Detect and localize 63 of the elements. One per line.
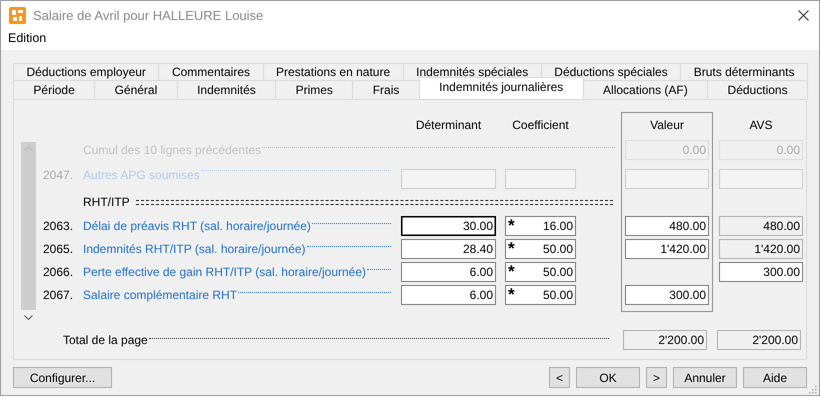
input-field[interactable]: 1'420.00 (719, 238, 803, 258)
column-header: Valeur (649, 117, 685, 134)
window-title: Salaire de Avril pour HALLEURE Louise (33, 6, 264, 25)
item-link[interactable]: Indemnités RHT/ITP (sal. horaire/journée) (83, 240, 306, 258)
input-field[interactable] (401, 169, 496, 189)
dialog-button[interactable]: < (549, 367, 570, 388)
tab[interactable]: Déductions employeur (13, 63, 160, 80)
menu-item[interactable]: Edition (8, 30, 46, 46)
tab[interactable]: Indemnités journalières (418, 77, 584, 99)
input-field[interactable]: 30.00 (401, 216, 496, 236)
app-icon (9, 7, 26, 24)
total-field: 2'200.00 (623, 330, 707, 350)
input-field[interactable]: 480.00 (719, 216, 803, 236)
dialog-button[interactable]: Annuler (673, 367, 737, 388)
multiply-sign: * (508, 216, 515, 234)
multiply-sign: * (508, 262, 515, 280)
leader-line (367, 269, 391, 270)
multiply-sign: * (508, 240, 515, 258)
dialog-button[interactable]: OK (576, 367, 640, 388)
input-field[interactable]: * 50.00 (505, 238, 576, 258)
column-header: Déterminant (414, 117, 482, 134)
input-field[interactable]: 28.40 (401, 238, 496, 258)
total-label: Total de la page (63, 332, 148, 349)
line-code: 2047. (43, 167, 74, 184)
column-header: AVS (748, 117, 774, 134)
line-code: 2067. (43, 286, 74, 304)
line-code: 2065. (43, 240, 74, 258)
line-code: 2066. (43, 264, 74, 280)
column-header: Coefficient (511, 117, 570, 134)
tab[interactable]: Déductions (707, 80, 808, 99)
input-field[interactable] (505, 169, 576, 189)
input-field[interactable]: 1'420.00 (625, 238, 709, 258)
configure-button[interactable]: Configurer... (13, 367, 112, 388)
line-code: 2063. (43, 218, 74, 234)
input-field[interactable]: * 50.00 (505, 284, 576, 304)
input-field[interactable]: 300.00 (719, 262, 803, 282)
tab[interactable]: Déductions spéciales (540, 63, 682, 80)
input-field[interactable] (719, 169, 803, 189)
multiply-sign: * (508, 286, 515, 304)
dialog-button[interactable]: Aide (743, 367, 807, 388)
input-field[interactable] (625, 169, 709, 189)
input-field[interactable]: 6.00 (401, 262, 496, 282)
tab[interactable]: Bruts déterminants (680, 63, 808, 80)
item-link[interactable]: Délai de préavis RHT (sal. horaire/journée) (83, 216, 311, 234)
scroll-down-icon[interactable] (24, 315, 33, 320)
section-label: RHT/ITP (83, 194, 130, 210)
input-field[interactable]: 6.00 (401, 284, 496, 304)
item-link[interactable]: Perte effective de gain RHT/ITP (sal. horaire/journée) (83, 262, 366, 280)
field-value: 50.00 (542, 286, 573, 304)
item-link[interactable]: Salaire complémentaire RHT (83, 286, 238, 304)
field-value: 16.00 (542, 218, 573, 234)
total-field: 2'200.00 (717, 330, 801, 350)
input-field[interactable]: * 50.00 (505, 262, 576, 282)
input-field[interactable]: * 16.00 (505, 216, 576, 236)
field-value: 50.00 (542, 264, 573, 280)
dialog-button[interactable]: > (646, 367, 667, 388)
input-field[interactable]: 480.00 (625, 216, 709, 236)
close-icon[interactable] (798, 10, 809, 21)
resize-grip-icon[interactable] (809, 386, 817, 394)
tab[interactable]: Période (13, 80, 96, 99)
field-value: 50.00 (542, 240, 573, 258)
tab[interactable]: Allocations (AF) (582, 80, 708, 99)
input-field[interactable]: 300.00 (625, 284, 709, 304)
